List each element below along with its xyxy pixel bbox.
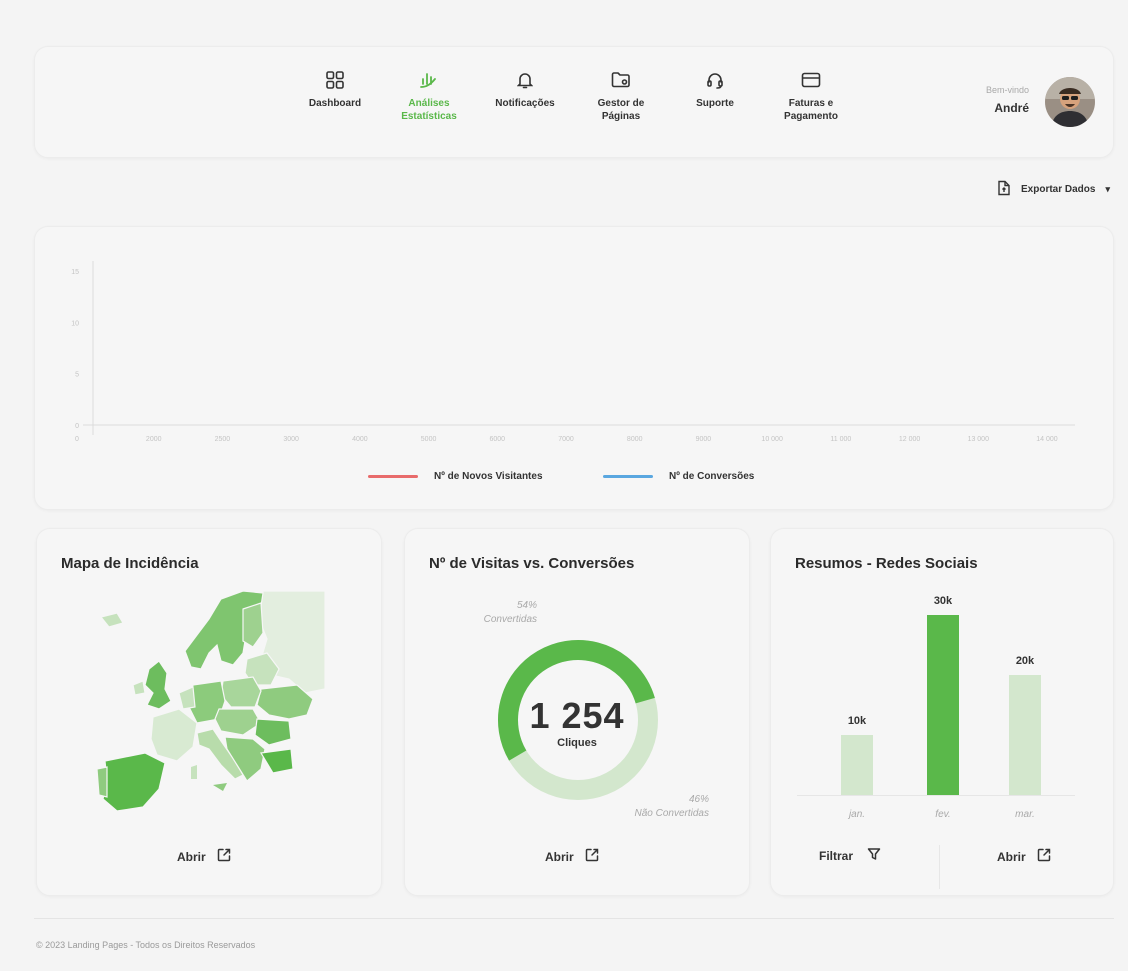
x-tick-label: 10 000 xyxy=(761,436,783,443)
external-link-icon xyxy=(584,847,600,866)
legend-item-conversions[interactable]: Nº de Conversões xyxy=(603,471,754,482)
filter-button[interactable]: Filtrar xyxy=(819,847,881,864)
folder-icon xyxy=(610,69,632,91)
open-map-button[interactable]: Abrir xyxy=(177,847,232,866)
card-title: Resumos - Redes Sociais xyxy=(795,555,978,572)
external-link-icon xyxy=(216,847,232,866)
open-social-button[interactable]: Abrir xyxy=(997,847,1052,866)
y-tick-label: 5 xyxy=(75,372,79,379)
headset-icon xyxy=(704,69,726,91)
welcome-block: Bem-vindo André xyxy=(986,85,1029,115)
y-tick-label: 15 xyxy=(71,269,79,276)
converted-annotation: 54% Convertidas xyxy=(453,599,537,627)
x-tick-label: 5000 xyxy=(421,436,437,443)
dashboard-icon xyxy=(324,69,346,91)
legend-swatch xyxy=(603,475,653,478)
month-label: mar. xyxy=(1015,809,1035,820)
x-tick-label: 11 000 xyxy=(830,436,851,443)
x-tick-label: 4000 xyxy=(352,436,368,443)
card-icon xyxy=(800,69,822,91)
nav-item-billing[interactable]: Faturas e Pagamento xyxy=(761,69,861,123)
nav-item-support[interactable]: Suporte xyxy=(665,69,765,110)
bar-jan[interactable] xyxy=(841,735,873,795)
footer-divider xyxy=(34,918,1114,919)
external-link-icon xyxy=(1036,847,1052,866)
x-tick-label: 7000 xyxy=(558,436,574,443)
legend-label: Nº de Novos Visitantes xyxy=(434,471,543,482)
avatar[interactable] xyxy=(1045,77,1095,127)
open-label: Abrir xyxy=(177,849,206,864)
export-data-button[interactable]: Exportar Dados ▾ xyxy=(997,180,1110,199)
incidence-map-card: Mapa de Incidência Abrir xyxy=(36,528,382,896)
nav-label: Suporte xyxy=(696,98,734,109)
month-label: fev. xyxy=(935,809,951,820)
analytics-icon xyxy=(418,69,440,91)
x-tick-label: 2500 xyxy=(215,436,231,443)
line-chart: 0 5 10 15 0 2000 2500 3000 4000 5000 6000 7000 8000 9… xyxy=(71,261,1075,443)
line-chart-card: 0 5 10 15 0 2000 2500 3000 4000 5000 6000 7000 8000 9… xyxy=(34,226,1114,510)
y-tick-label: 10 xyxy=(71,320,79,327)
file-export-icon xyxy=(997,180,1011,199)
bell-icon xyxy=(514,69,536,91)
bar-fev[interactable] xyxy=(927,615,959,795)
filter-icon xyxy=(867,847,881,864)
open-label: Abrir xyxy=(545,849,574,864)
x-tick-label: 6000 xyxy=(489,436,505,443)
x-tick-label: 13 000 xyxy=(968,436,990,443)
bar-mar[interactable] xyxy=(1009,675,1041,795)
legend-item-visitors[interactable]: Nº de Novos Visitantes xyxy=(368,471,543,482)
y-tick-label: 0 xyxy=(75,423,79,430)
nav-item-dashboard[interactable]: Dashboard xyxy=(285,69,385,110)
footer-text: © 2023 Landing Pages - Todos os Direitos… xyxy=(36,940,256,950)
clicks-unit: Cliques xyxy=(557,737,597,749)
nav-label: Dashboard xyxy=(308,98,362,109)
x-tick-label: 8000 xyxy=(627,436,643,443)
open-label: Abrir xyxy=(997,849,1026,864)
month-label: jan. xyxy=(848,809,866,820)
top-navigation-bar: Dashboard Análises Estatísticas Notifica… xyxy=(34,46,1114,158)
welcome-greeting: Bem-vindo xyxy=(985,85,1029,95)
legend-label: Nº de Conversões xyxy=(669,471,755,482)
nav-label: Faturas e Pagamento xyxy=(784,98,838,122)
bar-value-label: 20k xyxy=(1015,655,1035,667)
nav-label: Notificações xyxy=(495,98,555,109)
converted-label: Convertidas xyxy=(483,614,537,625)
x-tick-label: 14 000 xyxy=(1036,436,1058,443)
export-label: Exportar Dados xyxy=(1021,184,1096,195)
bar-value-label: 10k xyxy=(847,715,867,727)
baseline-divider xyxy=(797,795,1075,796)
x-tick-label: 0 xyxy=(75,436,79,443)
x-tick-label: 9000 xyxy=(696,436,712,443)
converted-pct: 54% xyxy=(516,600,537,611)
nav-label: Análises Estatísticas xyxy=(401,98,457,122)
nav-item-notifications[interactable]: Notificações xyxy=(475,69,575,110)
not-converted-pct: 46% xyxy=(688,794,709,805)
not-converted-label: Não Convertidas xyxy=(634,808,709,819)
europe-map xyxy=(96,590,325,812)
bar-value-label: 30k xyxy=(933,595,953,607)
nav-item-page-manager[interactable]: Gestor de Páginas xyxy=(571,69,671,123)
visits-vs-conversions-card: Nº de Visitas vs. Conversões 54% Convert… xyxy=(404,528,750,896)
x-tick-label: 3000 xyxy=(283,436,299,443)
chevron-down-icon: ▾ xyxy=(1105,184,1110,194)
social-summary-card: Resumos - Redes Sociais 10k jan. 30k fev. 20… xyxy=(770,528,1114,896)
open-donut-button[interactable]: Abrir xyxy=(545,847,600,866)
clicks-value: 1 254 xyxy=(529,695,625,736)
not-converted-annotation: 46% Não Convertidas xyxy=(585,793,709,821)
card-title: Mapa de Incidência xyxy=(61,555,199,572)
x-tick-label: 2000 xyxy=(146,436,162,443)
user-name: André xyxy=(994,101,1029,115)
divider xyxy=(939,845,940,889)
filter-label: Filtrar xyxy=(819,848,854,863)
nav-item-analytics[interactable]: Análises Estatísticas xyxy=(379,69,479,123)
legend-swatch xyxy=(368,475,418,478)
x-tick-label: 12 000 xyxy=(899,436,921,443)
card-title: Nº de Visitas vs. Conversões xyxy=(429,555,635,572)
nav-label: Gestor de Páginas xyxy=(597,98,645,122)
